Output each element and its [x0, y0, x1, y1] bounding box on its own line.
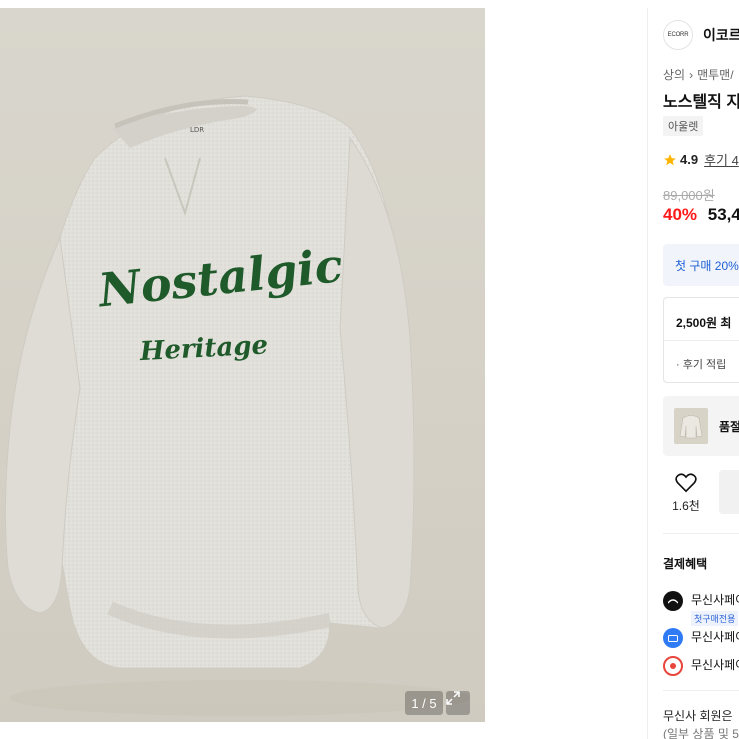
like-count: 1.6천	[672, 498, 700, 513]
payment-benefits-title: 결제혜택	[663, 557, 708, 571]
neck-label: LDR	[190, 126, 204, 134]
points-box: 2,500원 최 · 후기 적립	[663, 297, 739, 383]
discount-rate: 40%	[663, 205, 698, 224]
member-notice: 무신사 회원은	[663, 709, 733, 723]
sold-out-label: 품절	[719, 420, 739, 434]
benefit-label: 무신사페이	[691, 593, 739, 607]
first-purchase-tag: 첫구매전용	[691, 611, 739, 626]
expand-icon	[446, 691, 460, 705]
outlet-badge: 아울렛	[663, 116, 704, 136]
sweatshirt-photo: Nostalgic Heritage LDR	[4, 95, 470, 716]
first-purchase-coupon-banner[interactable]: 첫 구매 20%	[663, 244, 739, 286]
section-divider	[663, 690, 739, 691]
expand-image-button[interactable]	[446, 691, 470, 715]
breadcrumb-item[interactable]: 상의	[663, 68, 685, 82]
price-row: 40% 53,4	[663, 205, 739, 225]
purchase-button[interactable]	[719, 470, 739, 514]
benefit-item[interactable]: 무신사페이	[663, 628, 739, 648]
review-points-item: · 후기 적립	[676, 359, 727, 371]
breadcrumb-item[interactable]: 맨투맨/	[697, 68, 733, 82]
restock-box[interactable]: 품절	[663, 396, 739, 456]
brand-row[interactable]: ECORR 이코르	[663, 20, 739, 50]
product-image-gallery[interactable]: Nostalgic Heritage LDR 1 / 5	[0, 8, 485, 722]
heart-icon	[675, 472, 697, 492]
section-divider	[663, 533, 739, 534]
card-red-icon	[663, 656, 683, 676]
benefit-label: 무신사페이	[691, 630, 739, 644]
breadcrumb: 상의 › 맨투맨/	[663, 66, 734, 83]
panel-divider	[647, 8, 648, 739]
star-icon	[664, 153, 676, 165]
rating-score: 4.9	[680, 152, 699, 167]
review-link[interactable]: 후기 4	[704, 150, 739, 169]
benefit-item[interactable]: 무신사페이	[663, 656, 739, 676]
rating-row[interactable]: 4.9 후기 4	[663, 150, 739, 169]
member-notice-sub: (일부 상품 및 5	[663, 727, 739, 739]
product-info-panel: ECORR 이코르 상의 › 맨투맨/ 노스텔직 지 아울렛 4.9 후기 4 89…	[663, 0, 739, 739]
points-divider	[664, 340, 739, 341]
benefit-label: 무신사페이	[691, 658, 739, 672]
musinsa-pay-icon	[663, 591, 683, 611]
sale-price: 53,4	[707, 205, 739, 224]
product-title: 노스텔직 지	[663, 94, 739, 111]
original-price: 89,000원	[663, 188, 715, 203]
chevron-right-icon: ›	[689, 68, 694, 82]
like-button[interactable]: 1.6천	[663, 470, 709, 516]
product-thumbnail	[674, 408, 708, 444]
sweatshirt-thumb-icon	[679, 415, 703, 439]
brand-logo[interactable]: ECORR	[663, 20, 693, 50]
benefit-item[interactable]: 무신사페이 첫구매전용	[663, 591, 739, 626]
points-title: 2,500원 최	[676, 316, 732, 330]
image-page-counter: 1 / 5	[405, 691, 443, 715]
card-blue-icon	[663, 628, 683, 648]
brand-name[interactable]: 이코르	[703, 25, 739, 45]
